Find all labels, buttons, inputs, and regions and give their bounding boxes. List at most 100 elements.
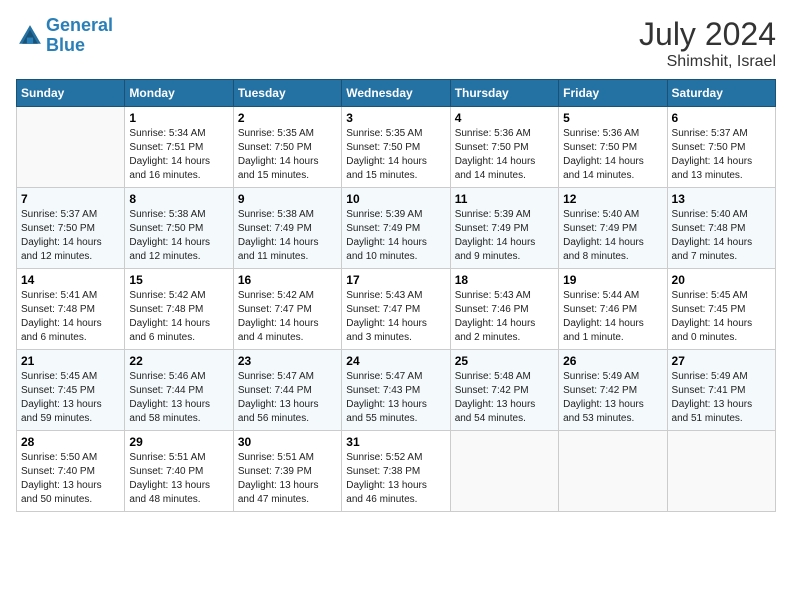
day-info: Sunrise: 5:51 AM Sunset: 7:40 PM Dayligh… (129, 451, 228, 507)
day-info: Sunrise: 5:39 AM Sunset: 7:49 PM Dayligh… (455, 208, 554, 264)
day-info: Sunrise: 5:40 AM Sunset: 7:48 PM Dayligh… (672, 208, 771, 264)
calendar-cell: 16 Sunrise: 5:42 AM Sunset: 7:47 PM Dayli… (233, 269, 341, 350)
logo-line1: General (46, 15, 113, 35)
day-number: 13 (672, 192, 771, 206)
day-info: Sunrise: 5:44 AM Sunset: 7:46 PM Dayligh… (563, 289, 662, 345)
day-number: 9 (238, 192, 337, 206)
day-info: Sunrise: 5:51 AM Sunset: 7:39 PM Dayligh… (238, 451, 337, 507)
day-info: Sunrise: 5:42 AM Sunset: 7:47 PM Dayligh… (238, 289, 337, 345)
day-number: 5 (563, 111, 662, 125)
day-number: 2 (238, 111, 337, 125)
weekday-header-thursday: Thursday (450, 80, 558, 107)
day-number: 19 (563, 273, 662, 287)
day-info: Sunrise: 5:47 AM Sunset: 7:44 PM Dayligh… (238, 370, 337, 426)
calendar-cell: 12 Sunrise: 5:40 AM Sunset: 7:49 PM Dayli… (559, 188, 667, 269)
calendar-cell (559, 431, 667, 512)
calendar-cell: 20Sunrise: 5:45 AM Sunset: 7:45 PM Dayli… (667, 269, 775, 350)
day-info: Sunrise: 5:50 AM Sunset: 7:40 PM Dayligh… (21, 451, 120, 507)
weekday-header-friday: Friday (559, 80, 667, 107)
calendar-cell: 22 Sunrise: 5:46 AM Sunset: 7:44 PM Dayli… (125, 350, 233, 431)
logo-text: General Blue (46, 16, 113, 56)
day-number: 21 (21, 354, 120, 368)
day-info: Sunrise: 5:37 AM Sunset: 7:50 PM Dayligh… (672, 127, 771, 183)
day-info: Sunrise: 5:35 AM Sunset: 7:50 PM Dayligh… (346, 127, 445, 183)
day-number: 22 (129, 354, 228, 368)
calendar-cell: 6 Sunrise: 5:37 AM Sunset: 7:50 PM Daylig… (667, 107, 775, 188)
day-number: 15 (129, 273, 228, 287)
calendar-cell: 2 Sunrise: 5:35 AM Sunset: 7:50 PM Daylig… (233, 107, 341, 188)
day-info: Sunrise: 5:48 AM Sunset: 7:42 PM Dayligh… (455, 370, 554, 426)
month-year: July 2024 (639, 16, 776, 53)
weekday-header-monday: Monday (125, 80, 233, 107)
day-info: Sunrise: 5:41 AM Sunset: 7:48 PM Dayligh… (21, 289, 120, 345)
week-row-4: 21Sunrise: 5:45 AM Sunset: 7:45 PM Dayli… (17, 350, 776, 431)
weekday-header-saturday: Saturday (667, 80, 775, 107)
day-number: 31 (346, 435, 445, 449)
day-info: Sunrise: 5:36 AM Sunset: 7:50 PM Dayligh… (455, 127, 554, 183)
day-number: 28 (21, 435, 120, 449)
day-info: Sunrise: 5:47 AM Sunset: 7:43 PM Dayligh… (346, 370, 445, 426)
week-row-2: 7 Sunrise: 5:37 AM Sunset: 7:50 PM Daylig… (17, 188, 776, 269)
day-number: 14 (21, 273, 120, 287)
day-number: 30 (238, 435, 337, 449)
calendar-cell (667, 431, 775, 512)
day-number: 26 (563, 354, 662, 368)
day-info: Sunrise: 5:38 AM Sunset: 7:49 PM Dayligh… (238, 208, 337, 264)
day-info: Sunrise: 5:49 AM Sunset: 7:42 PM Dayligh… (563, 370, 662, 426)
calendar-cell: 15 Sunrise: 5:42 AM Sunset: 7:48 PM Dayli… (125, 269, 233, 350)
location: Shimshit, Israel (639, 53, 776, 71)
calendar-cell: 18Sunrise: 5:43 AM Sunset: 7:46 PM Dayli… (450, 269, 558, 350)
week-row-1: 1 Sunrise: 5:34 AM Sunset: 7:51 PM Daylig… (17, 107, 776, 188)
day-number: 8 (129, 192, 228, 206)
calendar-cell: 31Sunrise: 5:52 AM Sunset: 7:38 PM Dayli… (342, 431, 450, 512)
day-info: Sunrise: 5:42 AM Sunset: 7:48 PM Dayligh… (129, 289, 228, 345)
weekday-header-wednesday: Wednesday (342, 80, 450, 107)
calendar-cell: 28 Sunrise: 5:50 AM Sunset: 7:40 PM Dayli… (17, 431, 125, 512)
calendar-cell: 4Sunrise: 5:36 AM Sunset: 7:50 PM Daylig… (450, 107, 558, 188)
week-row-3: 14 Sunrise: 5:41 AM Sunset: 7:48 PM Dayli… (17, 269, 776, 350)
day-number: 7 (21, 192, 120, 206)
calendar-cell: 19 Sunrise: 5:44 AM Sunset: 7:46 PM Dayli… (559, 269, 667, 350)
calendar-cell: 21Sunrise: 5:45 AM Sunset: 7:45 PM Dayli… (17, 350, 125, 431)
day-number: 10 (346, 192, 445, 206)
calendar-cell: 27Sunrise: 5:49 AM Sunset: 7:41 PM Dayli… (667, 350, 775, 431)
logo-icon (16, 22, 44, 50)
day-number: 24 (346, 354, 445, 368)
weekday-header-sunday: Sunday (17, 80, 125, 107)
day-number: 11 (455, 192, 554, 206)
day-number: 16 (238, 273, 337, 287)
day-number: 18 (455, 273, 554, 287)
day-info: Sunrise: 5:45 AM Sunset: 7:45 PM Dayligh… (672, 289, 771, 345)
day-info: Sunrise: 5:40 AM Sunset: 7:49 PM Dayligh… (563, 208, 662, 264)
calendar-cell: 13 Sunrise: 5:40 AM Sunset: 7:48 PM Dayli… (667, 188, 775, 269)
calendar-cell: 24 Sunrise: 5:47 AM Sunset: 7:43 PM Dayli… (342, 350, 450, 431)
day-number: 27 (672, 354, 771, 368)
calendar-cell: 30 Sunrise: 5:51 AM Sunset: 7:39 PM Dayli… (233, 431, 341, 512)
day-info: Sunrise: 5:38 AM Sunset: 7:50 PM Dayligh… (129, 208, 228, 264)
calendar-cell: 26 Sunrise: 5:49 AM Sunset: 7:42 PM Dayli… (559, 350, 667, 431)
day-info: Sunrise: 5:37 AM Sunset: 7:50 PM Dayligh… (21, 208, 120, 264)
title-block: July 2024 Shimshit, Israel (639, 16, 776, 71)
calendar-cell: 5 Sunrise: 5:36 AM Sunset: 7:50 PM Daylig… (559, 107, 667, 188)
day-info: Sunrise: 5:46 AM Sunset: 7:44 PM Dayligh… (129, 370, 228, 426)
day-number: 12 (563, 192, 662, 206)
day-info: Sunrise: 5:39 AM Sunset: 7:49 PM Dayligh… (346, 208, 445, 264)
day-info: Sunrise: 5:36 AM Sunset: 7:50 PM Dayligh… (563, 127, 662, 183)
day-number: 6 (672, 111, 771, 125)
day-number: 3 (346, 111, 445, 125)
calendar-cell (450, 431, 558, 512)
day-info: Sunrise: 5:35 AM Sunset: 7:50 PM Dayligh… (238, 127, 337, 183)
calendar-cell: 25Sunrise: 5:48 AM Sunset: 7:42 PM Dayli… (450, 350, 558, 431)
calendar-header: SundayMondayTuesdayWednesdayThursdayFrid… (17, 80, 776, 107)
calendar-cell: 9 Sunrise: 5:38 AM Sunset: 7:49 PM Daylig… (233, 188, 341, 269)
calendar-cell: 10 Sunrise: 5:39 AM Sunset: 7:49 PM Dayli… (342, 188, 450, 269)
day-number: 17 (346, 273, 445, 287)
calendar-cell: 14 Sunrise: 5:41 AM Sunset: 7:48 PM Dayli… (17, 269, 125, 350)
day-info: Sunrise: 5:34 AM Sunset: 7:51 PM Dayligh… (129, 127, 228, 183)
day-number: 29 (129, 435, 228, 449)
weekday-header-tuesday: Tuesday (233, 80, 341, 107)
weekday-header-row: SundayMondayTuesdayWednesdayThursdayFrid… (17, 80, 776, 107)
logo-line2: Blue (46, 35, 85, 55)
day-info: Sunrise: 5:43 AM Sunset: 7:47 PM Dayligh… (346, 289, 445, 345)
day-number: 1 (129, 111, 228, 125)
